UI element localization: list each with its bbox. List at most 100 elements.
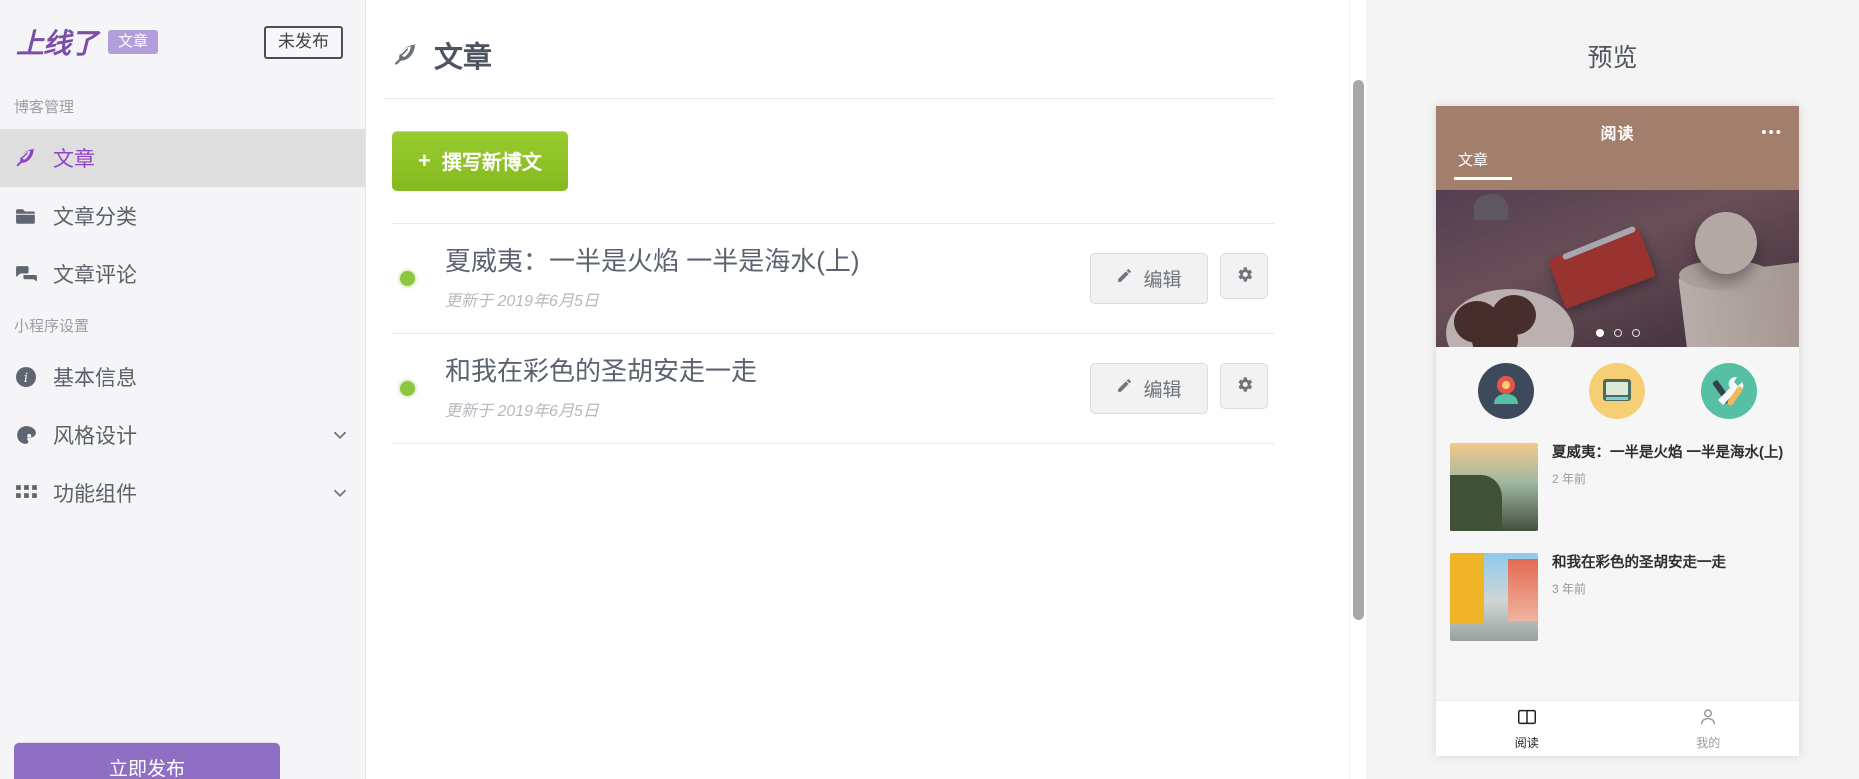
- table-row[interactable]: 夏威夷：一半是火焰 一半是海水(上) 更新于 2019年6月5日 编辑: [392, 224, 1274, 335]
- sidebar-item-articles[interactable]: 文章: [0, 129, 365, 187]
- table-row[interactable]: 和我在彩色的圣胡安走一走 更新于 2019年6月5日 编辑: [392, 334, 1274, 445]
- post-title: 和我在彩色的圣胡安走一走: [1552, 555, 1726, 571]
- chevron-down-icon[interactable]: [329, 482, 351, 504]
- book-icon: [1516, 706, 1538, 731]
- page-title: 文章: [434, 42, 493, 74]
- palette-icon: [14, 423, 48, 448]
- sidebar-item-style-design[interactable]: 风格设计: [0, 406, 365, 464]
- phone-tab-label: 文章: [1458, 152, 1489, 169]
- post-time: 3 年前: [1552, 581, 1587, 596]
- brand-row: 上线了 文章 未发布: [0, 0, 365, 84]
- tab-label: 阅读: [1514, 736, 1539, 750]
- settings-button[interactable]: [1220, 363, 1268, 410]
- feather-icon: [392, 41, 420, 69]
- phone-tab-underline: [1454, 177, 1512, 180]
- banner-overlay: [1436, 190, 1799, 347]
- phone-mockup: 阅读 ••• 文章 夏威夷：一半是火焰 一半是海水(上) 2 年前 和我在彩色的…: [1436, 106, 1799, 756]
- sidebar-group-label-miniapp: 小程序设置: [14, 318, 90, 335]
- carousel-dots[interactable]: [1436, 329, 1799, 337]
- post-list: 夏威夷：一半是火焰 一半是海水(上) 更新于 2019年6月5日 编辑 和我在彩…: [392, 223, 1274, 445]
- gear-icon: [1235, 265, 1254, 287]
- status-badge: [400, 381, 415, 397]
- comments-icon: [14, 262, 48, 287]
- sidebar-item-label: 功能组件: [53, 483, 137, 506]
- grid-icon: [14, 481, 48, 506]
- flower-icon[interactable]: [1477, 363, 1534, 419]
- post-actions: 编辑: [1090, 253, 1274, 305]
- sidebar-item-components[interactable]: 功能组件: [0, 464, 365, 522]
- phone-header: 阅读 ••• 文章: [1436, 106, 1799, 190]
- carousel-dot-active[interactable]: [1595, 329, 1604, 337]
- post-text: 夏威夷：一半是火焰 一半是海水(上) 更新于 2019年6月5日: [445, 246, 1090, 311]
- scrollbar-thumb[interactable]: [1353, 80, 1364, 620]
- sidebar-item-comments[interactable]: 文章评论: [0, 245, 365, 303]
- sidebar-item-label: 风格设计: [53, 425, 137, 448]
- post-body: 和我在彩色的圣胡安走一走 3 年前: [1552, 553, 1785, 641]
- brand-logo[interactable]: 上线了: [16, 22, 98, 62]
- gear-icon: [1235, 375, 1254, 397]
- post-updated-at: 更新于 2019年6月5日: [445, 293, 599, 311]
- post-text: 和我在彩色的圣胡安走一走 更新于 2019年6月5日: [445, 356, 1090, 421]
- sidebar-group-label-blog: 博客管理: [14, 99, 75, 116]
- carousel-dot[interactable]: [1631, 329, 1640, 337]
- edit-button[interactable]: 编辑: [1090, 253, 1208, 305]
- list-item[interactable]: 和我在彩色的圣胡安走一走 3 年前: [1436, 543, 1799, 653]
- post-updated-at: 更新于 2019年6月5日: [445, 403, 599, 421]
- sidebar-item-label: 文章评论: [53, 264, 137, 287]
- svg-text:i: i: [24, 371, 28, 386]
- post-actions: 编辑: [1090, 363, 1274, 415]
- post-title: 夏威夷：一半是火焰 一半是海水(上): [1552, 445, 1784, 461]
- phone-tabbar: 阅读 我的: [1436, 700, 1799, 756]
- info-icon: i: [14, 365, 48, 389]
- post-thumbnail: [1450, 553, 1538, 641]
- edit-label: 编辑: [1143, 270, 1182, 292]
- post-time: 2 年前: [1552, 471, 1587, 486]
- publish-now-button[interactable]: 立即发布: [14, 743, 280, 779]
- plus-icon: +: [418, 147, 431, 173]
- preview-panel: 预览 阅读 ••• 文章 夏威夷：一半是火焰 一半是海水(上) 2 年前 和我在…: [1366, 0, 1859, 779]
- pencil-icon: [1116, 377, 1133, 400]
- post-title[interactable]: 和我在彩色的圣胡安走一走: [445, 356, 1090, 387]
- tab-reading[interactable]: 阅读: [1436, 701, 1618, 756]
- sidebar-item-categories[interactable]: 文章分类: [0, 187, 365, 245]
- chevron-down-icon[interactable]: [329, 424, 351, 446]
- phone-banner-carousel[interactable]: [1436, 190, 1799, 347]
- app-root: 上线了 文章 未发布 博客管理 文章 文章分类 文章评论 小程序设置 i 基本信…: [0, 0, 1859, 779]
- edit-button[interactable]: 编辑: [1090, 363, 1208, 415]
- post-title[interactable]: 夏威夷：一半是火焰 一半是海水(上): [445, 246, 1090, 277]
- tab-profile[interactable]: 我的: [1618, 701, 1800, 756]
- main-inner: 文章 + 撰写新博文 夏威夷：一半是火焰 一半是海水(上) 更新于 2019年6…: [366, 0, 1366, 445]
- carousel-dot[interactable]: [1613, 329, 1622, 337]
- phone-post-list: 夏威夷：一半是火焰 一半是海水(上) 2 年前 和我在彩色的圣胡安走一走 3 年…: [1436, 433, 1799, 700]
- feather-icon: [14, 146, 48, 170]
- preview-title: 预览: [1587, 44, 1638, 72]
- tv-icon[interactable]: [1589, 363, 1646, 419]
- new-post-label: 撰写新博文: [441, 152, 542, 174]
- post-body: 夏威夷：一半是火焰 一半是海水(上) 2 年前: [1552, 443, 1785, 531]
- person-icon: [1697, 706, 1719, 731]
- new-post-button[interactable]: + 撰写新博文: [392, 131, 568, 191]
- brand-tag-badge: 文章: [108, 30, 159, 54]
- publish-state-button[interactable]: 未发布: [264, 25, 343, 59]
- sidebar-item-label: 文章分类: [53, 206, 137, 229]
- settings-button[interactable]: [1220, 253, 1268, 300]
- phone-app-name: 阅读: [1600, 126, 1635, 143]
- sidebar-item-label: 基本信息: [53, 367, 137, 390]
- sidebar-item-basic-info[interactable]: i 基本信息: [0, 348, 365, 406]
- sidebar-item-label: 文章: [53, 148, 95, 171]
- phone-shortcuts: [1436, 347, 1799, 433]
- tab-label: 我的: [1696, 736, 1721, 750]
- status-badge: [400, 271, 415, 287]
- more-icon[interactable]: •••: [1761, 124, 1783, 141]
- page-header: 文章: [384, 18, 1274, 99]
- folder-icon: [14, 204, 48, 229]
- list-item[interactable]: 夏威夷：一半是火焰 一半是海水(上) 2 年前: [1436, 433, 1799, 543]
- post-thumbnail: [1450, 443, 1538, 531]
- pencil-icon: [1116, 267, 1133, 290]
- sidebar: 上线了 文章 未发布 博客管理 文章 文章分类 文章评论 小程序设置 i 基本信…: [0, 0, 366, 779]
- vertical-scrollbar[interactable]: [1349, 0, 1366, 779]
- phone-tab-articles[interactable]: 文章: [1454, 149, 1512, 180]
- edit-label: 编辑: [1143, 380, 1182, 402]
- main-content: 文章 + 撰写新博文 夏威夷：一半是火焰 一半是海水(上) 更新于 2019年6…: [366, 0, 1366, 779]
- tools-icon[interactable]: [1701, 363, 1758, 419]
